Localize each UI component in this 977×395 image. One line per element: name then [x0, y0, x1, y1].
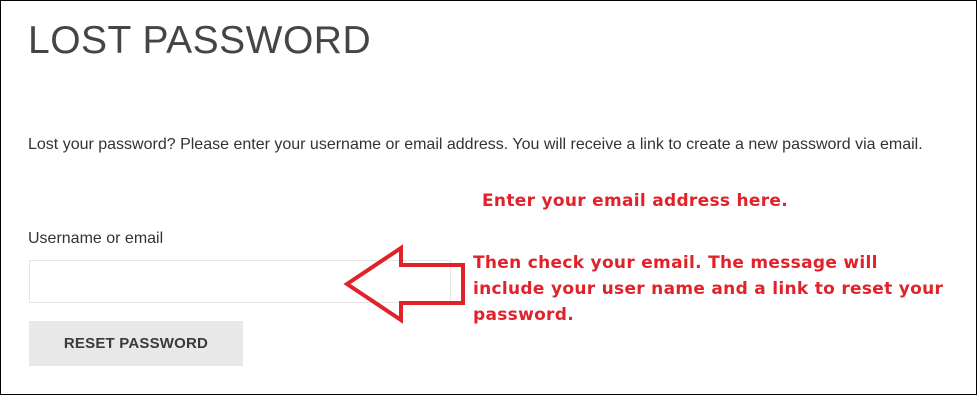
annotation-enter-email: Enter your email address here.	[482, 191, 789, 211]
left-arrow-outline-icon	[343, 244, 465, 324]
arrow-outline	[343, 244, 465, 324]
annotation-check-email: Then check your email. The message will …	[473, 253, 944, 325]
username-email-label: Username or email	[28, 230, 164, 247]
page-title: LOST PASSWORD	[28, 19, 372, 62]
instructions-text: Lost your password? Please enter your us…	[28, 136, 923, 153]
lost-password-panel: LOST PASSWORD Lost your password? Please…	[0, 0, 977, 395]
reset-password-button[interactable]: RESET PASSWORD	[29, 321, 243, 366]
